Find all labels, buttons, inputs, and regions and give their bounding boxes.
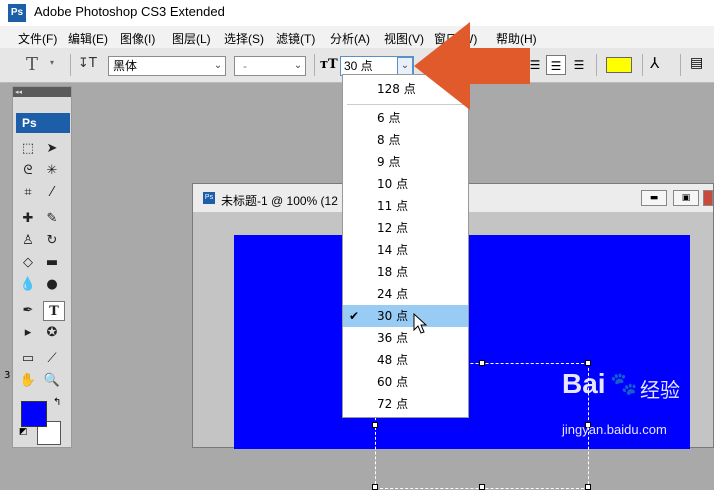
crop-tool-icon[interactable]: ⌗	[17, 183, 39, 203]
chevron-down-icon[interactable]: ▾	[50, 58, 54, 67]
dodge-tool-icon[interactable]: ●	[41, 275, 63, 295]
magic-wand-icon[interactable]: ✳	[41, 161, 63, 181]
foreground-color-swatch[interactable]	[21, 401, 47, 427]
notes-tool-icon[interactable]: ▭	[17, 349, 39, 369]
font-size-icon: ᴛT	[320, 57, 338, 72]
text-color-swatch[interactable]	[606, 57, 632, 73]
clone-stamp-icon[interactable]: ♙	[17, 231, 39, 251]
toolbox-collapse-bar[interactable]: ◂◂	[13, 87, 71, 97]
eyedropper-icon[interactable]: ⟋	[41, 349, 63, 369]
app-title: Adobe Photoshop CS3 Extended	[34, 4, 225, 19]
move-tool-icon[interactable]: ➤	[41, 139, 63, 159]
menu-file[interactable]: 文件(F)	[18, 30, 57, 47]
menu-layer[interactable]: 图层(L)	[172, 30, 211, 47]
watermark: Bai 🐾 经验 jingyan.baidu.com	[552, 368, 712, 448]
mouse-cursor-icon	[413, 312, 428, 334]
zoom-tool-icon[interactable]: 🔍	[41, 371, 63, 391]
marquee-tool-icon[interactable]: ⬚	[17, 139, 39, 159]
list-item[interactable]: 36 点	[343, 327, 468, 349]
lasso-tool-icon[interactable]: ᘓ	[17, 161, 39, 181]
list-item-selected[interactable]: ✔ 30 点	[343, 305, 468, 327]
chevron-down-icon: ⌄	[213, 60, 223, 71]
warp-text-icon[interactable]: ⅄	[650, 54, 659, 72]
orientation-toggle-icon[interactable]: ↧T	[78, 56, 97, 71]
list-item[interactable]: 48 点	[343, 349, 468, 371]
document-title: 未标题-1 @ 100% (12	[221, 194, 338, 208]
type-tool-icon[interactable]: T	[43, 301, 65, 321]
paw-icon: 🐾	[610, 372, 638, 397]
list-item[interactable]: 18 点	[343, 261, 468, 283]
list-item[interactable]: 24 点	[343, 283, 468, 305]
toolbox: ◂◂ Ps ⬚ ➤ ᘓ ✳ ⌗ ⁄ ✚ ✎ ♙ ↻ ◇ ▬ 💧 ● ✒ T ▸ …	[12, 86, 72, 448]
font-style-select[interactable]: - ⌄	[234, 56, 306, 76]
font-style-value: -	[243, 59, 247, 73]
edge-indicator: 3	[4, 370, 11, 381]
list-item[interactable]: 60 点	[343, 371, 468, 393]
list-item[interactable]: 72 点	[343, 393, 468, 415]
font-size-select[interactable]: 30 点 ⌄	[340, 56, 414, 76]
checkmark-icon: ✔	[349, 309, 360, 323]
list-item[interactable]: 11 点	[343, 195, 468, 217]
hand-tool-icon[interactable]: ✋	[17, 371, 39, 391]
healing-brush-icon[interactable]: ✚	[17, 209, 39, 229]
path-selection-icon[interactable]: ▸	[17, 323, 39, 343]
pen-tool-icon[interactable]: ✒	[17, 301, 39, 321]
menu-filter[interactable]: 滤镜(T)	[276, 30, 315, 47]
list-item[interactable]: 8 点	[343, 129, 468, 151]
blur-tool-icon[interactable]: 💧	[17, 275, 39, 295]
align-right-icon[interactable]: ☰	[570, 56, 588, 74]
font-size-dropdown-list: 128 点 6 点 8 点 9 点 10 点 11 点 12 点 14 点 18…	[342, 74, 469, 418]
document-icon: Ps	[203, 192, 215, 204]
palettes-icon[interactable]: ▤	[690, 55, 703, 71]
menu-bar: 文件(F) 编辑(E) 图像(I) 图层(L) 选择(S) 滤镜(T) 分析(A…	[0, 26, 714, 49]
menu-edit[interactable]: 编辑(E)	[68, 30, 108, 47]
eraser-tool-icon[interactable]: ◇	[17, 253, 39, 273]
history-brush-icon[interactable]: ↻	[41, 231, 63, 251]
menu-image[interactable]: 图像(I)	[120, 30, 155, 47]
font-family-select[interactable]: 黑体 ⌄	[108, 56, 226, 76]
list-item[interactable]: 9 点	[343, 151, 468, 173]
toolbox-logo: Ps	[16, 113, 70, 133]
default-colors-icon[interactable]: ◩	[19, 427, 28, 437]
brush-tool-icon[interactable]: ✎	[41, 209, 63, 229]
title-bar: Ps Adobe Photoshop CS3 Extended	[0, 0, 714, 26]
swap-colors-icon[interactable]: ↰	[53, 397, 61, 408]
maximize-button[interactable]: ▣	[673, 190, 699, 206]
annotation-arrow-icon	[414, 22, 530, 110]
close-button[interactable]	[703, 190, 713, 206]
watermark-brand2: 经验	[640, 378, 680, 402]
list-item[interactable]: 10 点	[343, 173, 468, 195]
list-item[interactable]: 14 点	[343, 239, 468, 261]
menu-select[interactable]: 选择(S)	[224, 30, 264, 47]
app-logo: Ps	[8, 4, 26, 22]
slice-tool-icon[interactable]: ⁄	[41, 183, 63, 203]
minimize-button[interactable]: ▬	[641, 190, 667, 206]
watermark-brand: Bai	[562, 368, 606, 399]
text-tool-icon[interactable]: T	[26, 54, 38, 75]
font-size-value: 30 点	[344, 59, 373, 73]
gradient-tool-icon[interactable]: ▬	[41, 253, 63, 273]
list-item[interactable]: 12 点	[343, 217, 468, 239]
chevron-down-icon: ⌄	[293, 60, 303, 71]
font-family-value: 黑体	[113, 59, 138, 73]
menu-analysis[interactable]: 分析(A)	[330, 30, 370, 47]
chevron-down-icon[interactable]: ⌄	[397, 57, 413, 75]
align-center-icon[interactable]: ☰	[546, 55, 566, 75]
shape-tool-icon[interactable]: ✪	[41, 323, 63, 343]
watermark-url: jingyan.baidu.com	[562, 422, 667, 437]
